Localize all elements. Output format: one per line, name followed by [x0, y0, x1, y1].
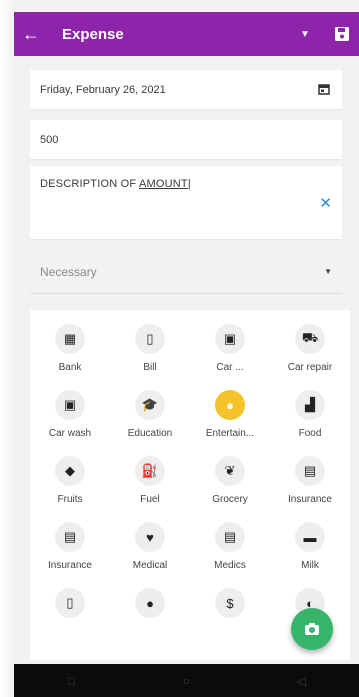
category-item[interactable]: ▣ Car ...	[190, 324, 270, 386]
insurance-icon: ▤	[295, 456, 325, 486]
category-label: Car ...	[216, 362, 244, 373]
category-item[interactable]: $	[190, 588, 270, 650]
description-value: DESCRIPTION OF AMOUNT|	[40, 178, 191, 190]
category-item[interactable]: ▯	[30, 588, 110, 650]
back-arrow-icon[interactable]: ←	[14, 24, 48, 45]
description-field[interactable]: DESCRIPTION OF AMOUNT| ✕	[30, 166, 342, 240]
category-item[interactable]: ⛟ Car repair	[270, 324, 350, 386]
category-label: Car repair	[287, 362, 333, 373]
description-underlined: AMOUNT	[138, 178, 188, 190]
category-item[interactable]: ▦ Bank	[30, 324, 110, 386]
category-label: Fruits	[57, 494, 83, 505]
milk-icon: ▬	[295, 522, 325, 552]
insurance-icon: ▤	[55, 522, 85, 552]
category-item[interactable]: ▤ Insurance	[270, 456, 350, 518]
category-label: Food	[298, 428, 322, 439]
category-grid: ▦ Bank ▯ Bill ▣ Car ... ⛟ Car repair ▣ Car wash 🎓 E…	[30, 310, 350, 660]
category-label: Insurance	[288, 494, 332, 505]
food-icon: ▟	[295, 390, 325, 420]
education-icon: 🎓	[135, 390, 165, 420]
chevron-down-icon: ▼	[324, 267, 332, 276]
bank-icon: ▦	[55, 324, 85, 354]
category-type-placeholder: Necessary	[40, 264, 97, 279]
grocery-icon: ❦	[215, 456, 245, 486]
camera-fab-button[interactable]	[291, 608, 333, 650]
calendar-icon[interactable]	[318, 83, 332, 97]
phone-icon: ▯	[55, 588, 85, 618]
entertainment-icon: ●	[215, 390, 245, 420]
category-item[interactable]: ⛽ Fuel	[110, 456, 190, 518]
category-label: Entertain...	[205, 428, 255, 439]
car-wash-icon: ▣	[55, 390, 85, 420]
amount-value: 500	[40, 133, 59, 146]
category-label: Milk	[301, 560, 319, 571]
category-item[interactable]: ▯ Bill	[110, 324, 190, 386]
page-edge	[0, 0, 14, 697]
camera-icon	[305, 623, 319, 635]
category-item[interactable]: ❦ Grocery	[190, 456, 270, 518]
home-button[interactable]: ○	[162, 674, 212, 688]
nav-back-button[interactable]: ◁	[277, 674, 327, 688]
page-title: Expense	[62, 25, 124, 43]
amount-field[interactable]: 500	[30, 120, 342, 160]
fruits-icon: ◆	[55, 456, 85, 486]
app-bar: ← Expense ▼	[14, 12, 359, 56]
category-item[interactable]: 🎓 Education	[110, 390, 190, 452]
description-prefix: DESCRIPTION OF	[40, 178, 139, 190]
status-strip	[14, 0, 359, 12]
system-nav-bar: □ ○ ◁	[14, 664, 359, 697]
category-label: Car wash	[48, 428, 92, 439]
category-item[interactable]: ▤ Insurance	[30, 522, 110, 584]
category-item[interactable]: ● Entertain...	[190, 390, 270, 452]
dropdown-arrow-icon[interactable]: ▼	[285, 29, 325, 40]
car-repair-icon: ⛟	[295, 324, 325, 354]
category-label: Bank	[58, 362, 82, 373]
medics-icon: ▤	[215, 522, 245, 552]
dollar-icon: $	[215, 588, 245, 618]
car-icon: ▣	[215, 324, 245, 354]
category-item[interactable]: ▣ Car wash	[30, 390, 110, 452]
save-icon[interactable]	[325, 26, 359, 42]
category-label: Medics	[214, 560, 246, 571]
category-item[interactable]: ♥ Medical	[110, 522, 190, 584]
recents-button[interactable]: □	[47, 674, 97, 688]
clear-icon[interactable]: ✕	[319, 194, 332, 212]
category-item[interactable]: ●	[110, 588, 190, 650]
category-item[interactable]: ▟ Food	[270, 390, 350, 452]
category-label: Fuel	[140, 494, 160, 505]
category-type-select[interactable]: Necessary ▼	[30, 250, 342, 294]
app-screen: ← Expense ▼ Friday, February 26, 2021 50…	[14, 0, 359, 697]
rating-icon: ●	[135, 588, 165, 618]
category-label: Medical	[132, 560, 168, 571]
fuel-icon: ⛽	[135, 456, 165, 486]
category-item[interactable]: ▬ Milk	[270, 522, 350, 584]
category-label: Insurance	[48, 560, 92, 571]
category-label: Education	[127, 428, 173, 439]
phone-icon: ▯	[135, 324, 165, 354]
category-label: Bill	[143, 362, 157, 373]
category-item[interactable]: ▤ Medics	[190, 522, 270, 584]
medical-icon: ♥	[135, 522, 165, 552]
category-label: Grocery	[212, 494, 248, 505]
date-field[interactable]: Friday, February 26, 2021	[30, 70, 342, 110]
category-item[interactable]: ◆ Fruits	[30, 456, 110, 518]
date-value: Friday, February 26, 2021	[40, 83, 166, 96]
